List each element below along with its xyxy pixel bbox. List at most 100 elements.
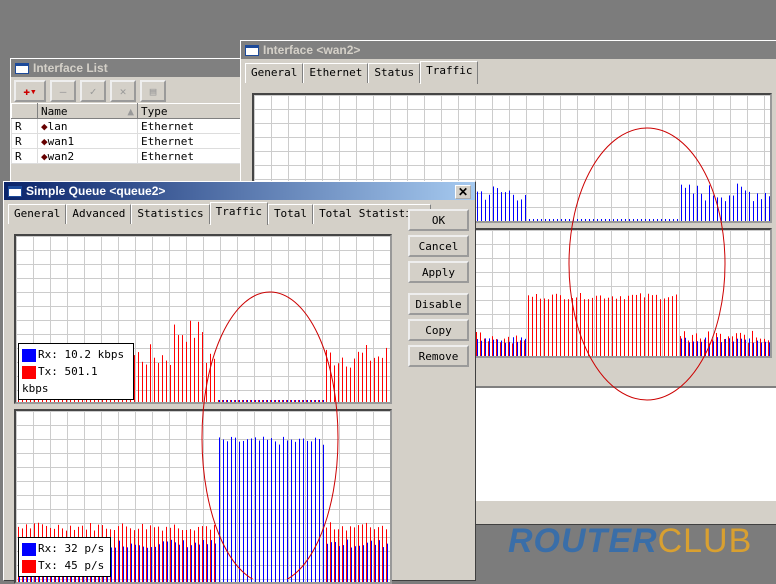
enable-button[interactable]: ✓	[80, 80, 106, 102]
traffic-bar	[757, 340, 758, 356]
traffic-bar	[338, 529, 339, 582]
title-bar[interactable]: Simple Queue <queue2> ✕	[4, 182, 475, 200]
copy-button[interactable]: Copy	[408, 319, 469, 341]
table-row[interactable]: R ◆lan Ethernet	[11, 118, 241, 134]
traffic-bar	[138, 528, 139, 582]
traffic-bar	[179, 544, 180, 582]
traffic-bar	[206, 526, 207, 582]
disable-button[interactable]: ✕	[110, 80, 136, 102]
tab-bar: General Advanced Statistics Traffic Tota…	[4, 200, 475, 225]
traffic-bar	[485, 199, 486, 221]
traffic-bar	[283, 400, 284, 402]
traffic-bar	[713, 195, 714, 221]
tab-general[interactable]: General	[8, 204, 67, 224]
close-button[interactable]: ✕	[455, 185, 471, 199]
traffic-bar	[315, 400, 316, 402]
tab-traffic[interactable]: Traffic	[209, 202, 268, 225]
traffic-bar	[736, 333, 737, 356]
traffic-bar	[290, 400, 291, 402]
traffic-bar	[485, 338, 486, 356]
col-flag[interactable]	[11, 103, 38, 119]
traffic-bar	[484, 338, 485, 356]
traffic-bar	[382, 357, 383, 402]
traffic-bar	[198, 526, 199, 582]
traffic-bar	[351, 547, 352, 582]
traffic-bar	[552, 294, 553, 356]
tab-general[interactable]: General	[245, 63, 304, 83]
traffic-bar	[247, 439, 248, 582]
traffic-bar	[649, 219, 650, 221]
traffic-bar	[757, 193, 758, 221]
traffic-bar	[681, 184, 682, 221]
traffic-bar	[335, 542, 336, 582]
traffic-bar	[481, 340, 482, 356]
traffic-bar	[720, 333, 721, 356]
bits-legend: Rx: 10.2 kbps Tx: 501.1 kbps	[18, 343, 134, 400]
tab-statistics[interactable]: Statistics	[131, 204, 210, 224]
traffic-bar	[556, 293, 557, 356]
traffic-bar	[621, 219, 622, 221]
traffic-bar	[608, 297, 609, 356]
traffic-bar	[633, 219, 634, 221]
traffic-bar	[561, 219, 562, 221]
traffic-bar	[489, 194, 490, 221]
apply-button[interactable]: Apply	[408, 261, 469, 283]
traffic-bar	[275, 441, 276, 582]
disable-button[interactable]: Disable	[408, 293, 469, 315]
traffic-bar	[509, 190, 510, 221]
traffic-bar	[628, 295, 629, 356]
traffic-bar	[255, 400, 256, 402]
table-row[interactable]: R ◆wan2 Ethernet	[11, 148, 241, 164]
traffic-bar	[350, 367, 351, 402]
traffic-bar	[501, 192, 502, 221]
traffic-bar	[709, 185, 710, 221]
traffic-bar	[238, 400, 239, 402]
comment-button[interactable]: ▤	[140, 80, 166, 102]
traffic-bar	[769, 196, 770, 221]
traffic-bar	[286, 400, 287, 402]
traffic-bar	[701, 193, 702, 221]
traffic-bar	[585, 219, 586, 221]
traffic-bar	[612, 296, 613, 356]
traffic-bar	[114, 530, 115, 582]
traffic-bar	[725, 201, 726, 221]
col-type[interactable]: Type	[137, 103, 241, 119]
col-name[interactable]: Name ▲	[37, 103, 138, 119]
tab-advanced[interactable]: Advanced	[66, 204, 132, 224]
traffic-bar	[362, 524, 363, 582]
traffic-bar	[588, 299, 589, 356]
traffic-bar	[516, 335, 517, 356]
title-bar[interactable]: Interface <wan2>	[241, 41, 776, 59]
traffic-bar	[737, 183, 738, 221]
tab-ethernet[interactable]: Ethernet	[303, 63, 369, 83]
traffic-bar	[371, 540, 372, 582]
traffic-bar	[231, 436, 232, 582]
traffic-bar	[303, 438, 304, 582]
add-button[interactable]: ✚▾	[14, 80, 46, 102]
traffic-bar	[223, 400, 224, 402]
title-bar[interactable]: Interface List	[11, 59, 241, 77]
cancel-button[interactable]: Cancel	[408, 235, 469, 257]
tab-traffic[interactable]: Traffic	[420, 61, 479, 84]
traffic-bar	[528, 295, 529, 356]
traffic-bar	[374, 529, 375, 582]
ok-button[interactable]: OK	[408, 209, 469, 231]
traffic-bar	[648, 293, 649, 356]
remove-button[interactable]: Remove	[408, 345, 469, 367]
traffic-bar	[343, 545, 344, 582]
traffic-bar	[717, 197, 718, 221]
table-row[interactable]: R ◆wan1 Ethernet	[11, 133, 241, 149]
remove-button[interactable]: —	[50, 80, 76, 102]
traffic-bar	[154, 527, 155, 582]
traffic-bar	[688, 340, 689, 356]
traffic-bar	[769, 342, 770, 356]
traffic-bar	[508, 336, 509, 356]
traffic-bar	[749, 338, 750, 356]
traffic-bar	[697, 185, 698, 221]
traffic-bar	[178, 528, 179, 582]
traffic-bar	[187, 547, 188, 582]
traffic-bar	[295, 400, 296, 402]
tab-status[interactable]: Status	[368, 63, 421, 83]
tab-total[interactable]: Total	[267, 204, 314, 224]
traffic-bar	[645, 219, 646, 221]
